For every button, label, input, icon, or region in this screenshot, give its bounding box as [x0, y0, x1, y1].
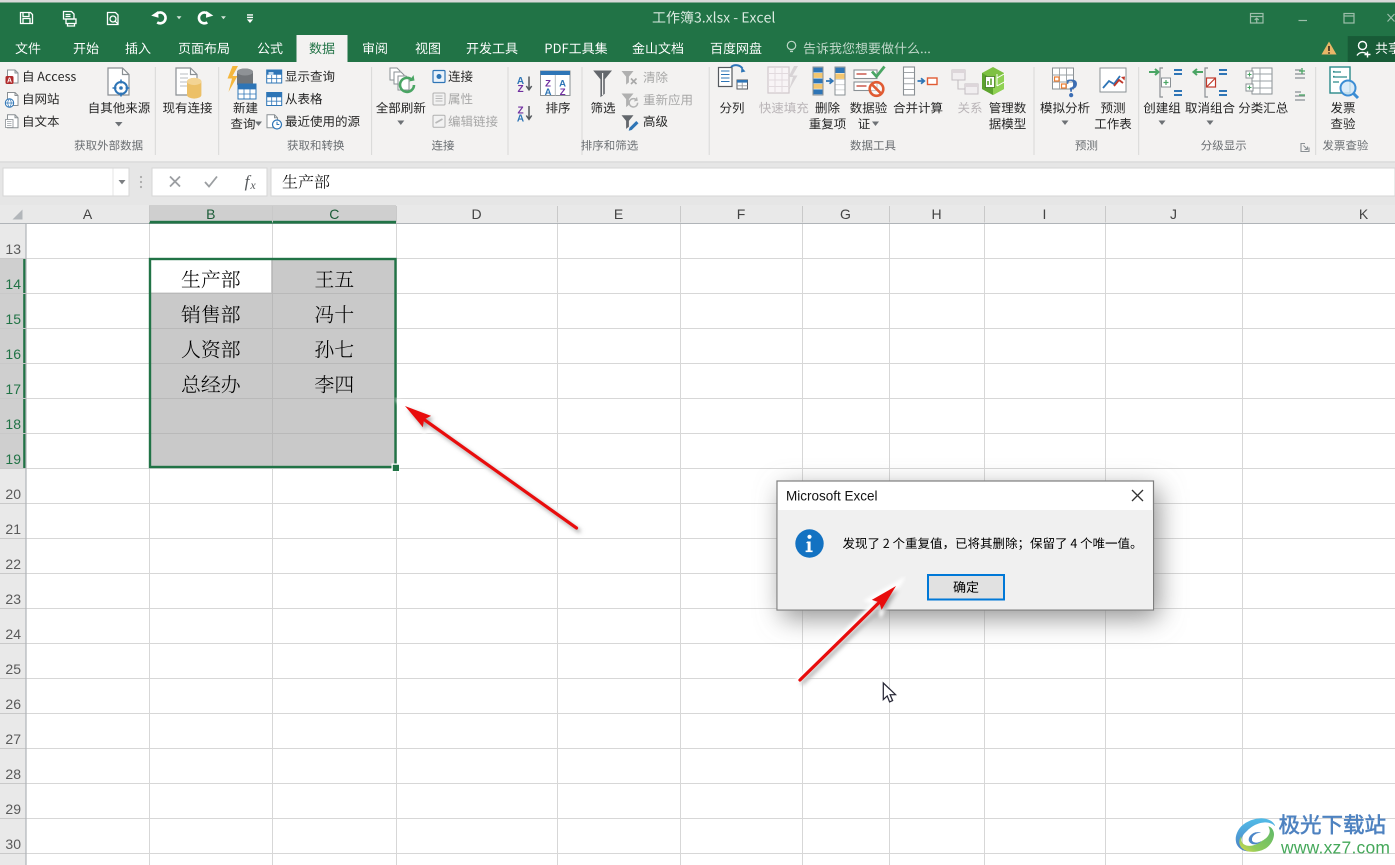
svg-text:Z: Z [517, 84, 523, 95]
svg-text:30: 30 [5, 836, 21, 852]
svg-text:D: D [471, 206, 481, 222]
svg-text:19: 19 [5, 451, 21, 467]
svg-text:J: J [1170, 206, 1177, 222]
svg-text:A: A [83, 206, 93, 222]
svg-text:A: A [545, 87, 552, 98]
svg-text:25: 25 [5, 661, 21, 677]
svg-text:13: 13 [5, 241, 21, 257]
svg-text:www.xz7.com: www.xz7.com [1280, 838, 1390, 858]
svg-text:I: I [1043, 206, 1047, 222]
svg-text:22: 22 [5, 556, 21, 572]
svg-text:24: 24 [5, 626, 21, 642]
svg-text:14: 14 [5, 276, 21, 292]
svg-text:16: 16 [5, 346, 21, 362]
svg-text:27: 27 [5, 731, 21, 747]
svg-text:A: A [7, 78, 12, 85]
svg-text:?: ? [1066, 74, 1079, 103]
svg-text:G: G [840, 206, 851, 222]
svg-text:Z: Z [560, 87, 566, 98]
svg-text:x: x [249, 178, 256, 192]
svg-text:H: H [931, 206, 941, 222]
svg-text:K: K [1359, 206, 1369, 222]
svg-text:15: 15 [5, 311, 21, 327]
svg-text:F: F [737, 206, 746, 222]
svg-text:17: 17 [5, 381, 21, 397]
svg-text:29: 29 [5, 801, 21, 817]
svg-text:28: 28 [5, 766, 21, 782]
svg-text:Microsoft Excel: Microsoft Excel [786, 489, 878, 504]
svg-text:26: 26 [5, 696, 21, 712]
svg-text:21: 21 [5, 521, 21, 537]
svg-text:B: B [206, 206, 215, 222]
svg-text:18: 18 [5, 416, 21, 432]
svg-text:20: 20 [5, 486, 21, 502]
svg-text:A: A [517, 113, 524, 124]
svg-text:E: E [614, 206, 623, 222]
svg-text:C: C [329, 206, 339, 222]
svg-text:23: 23 [5, 591, 21, 607]
